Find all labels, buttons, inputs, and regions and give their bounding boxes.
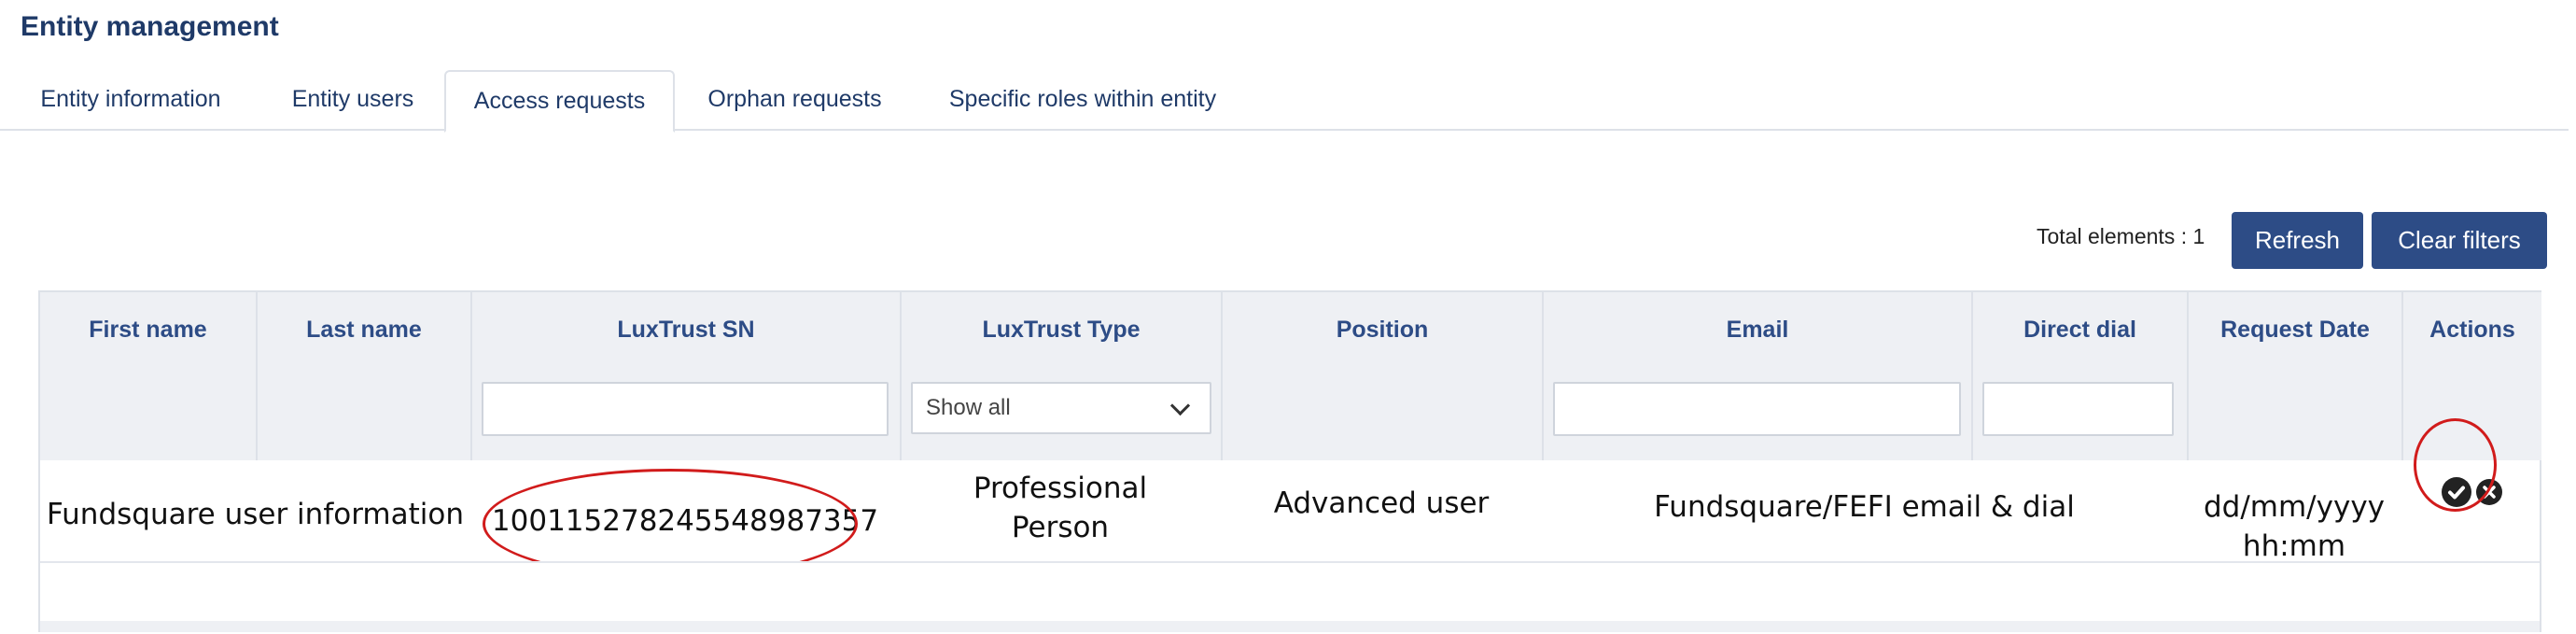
- cell-luxtrust-type-line2: Person: [1011, 511, 1110, 544]
- column-header: Email: [1726, 317, 1789, 343]
- refresh-button[interactable]: Refresh: [2232, 212, 2363, 269]
- column-direct-dial: Direct dial: [1971, 292, 2187, 460]
- access-requests-table: First name Last name LuxTrust SN LuxTrus…: [38, 290, 2541, 634]
- table-row: Fundsquare user information 100115278245…: [40, 418, 2540, 579]
- x-circle-icon[interactable]: [2476, 479, 2502, 505]
- column-luxtrust-type: LuxTrust Type Show all: [900, 292, 1221, 460]
- luxtrust-sn-filter-input[interactable]: [482, 382, 889, 436]
- column-luxtrust-sn: LuxTrust SN: [470, 292, 900, 460]
- column-first-name: First name: [40, 292, 256, 460]
- cell-email: Fundsquare/FEFI email & dial: [1654, 490, 2075, 524]
- column-request-date: Request Date: [2187, 292, 2401, 460]
- column-header: Last name: [306, 317, 422, 343]
- cell-first-name: Fundsquare user information: [47, 498, 464, 531]
- check-circle-icon[interactable]: [2442, 477, 2471, 507]
- column-header: LuxTrust Type: [982, 317, 1141, 343]
- table-row-stripe: [40, 621, 2540, 632]
- cell-request-date-line1: dd/mm/yyyy: [2203, 490, 2386, 524]
- tab-entity-information[interactable]: Entity information: [0, 70, 261, 131]
- tab-entity-users[interactable]: Entity users: [261, 70, 444, 131]
- tab-bar: Entity information Entity users Access r…: [0, 70, 2569, 133]
- column-header: Actions: [2429, 317, 2515, 343]
- column-position: Position: [1221, 292, 1542, 460]
- select-value: Show all: [926, 395, 1011, 420]
- column-header: First name: [89, 317, 207, 343]
- cell-luxtrust-type-line1: Professional: [973, 472, 1148, 505]
- clear-filters-button[interactable]: Clear filters: [2372, 212, 2547, 269]
- tab-access-requests[interactable]: Access requests: [444, 70, 675, 133]
- cell-position: Advanced user: [1273, 486, 1490, 520]
- tab-orphan-requests[interactable]: Orphan requests: [675, 70, 915, 131]
- column-actions: Actions: [2401, 292, 2541, 460]
- email-filter-input[interactable]: [1553, 382, 1961, 436]
- cell-request-date-line2: hh:mm: [2242, 529, 2346, 563]
- total-elements: Total elements : 1: [2037, 224, 2205, 248]
- column-header: Direct dial: [2023, 317, 2136, 343]
- luxtrust-type-filter-select[interactable]: Show all: [911, 382, 1211, 434]
- column-header: Request Date: [2220, 317, 2370, 343]
- chevron-down-icon: [1169, 395, 1191, 416]
- column-header: Position: [1336, 317, 1429, 343]
- direct-dial-filter-input[interactable]: [1982, 382, 2174, 436]
- column-header: LuxTrust SN: [617, 317, 755, 343]
- cell-luxtrust-sn: 100115278245548987357: [491, 504, 879, 538]
- column-last-name: Last name: [256, 292, 470, 460]
- page-title: Entity management: [21, 11, 279, 42]
- column-email: Email: [1542, 292, 1971, 460]
- tab-specific-roles[interactable]: Specific roles within entity: [915, 70, 1251, 131]
